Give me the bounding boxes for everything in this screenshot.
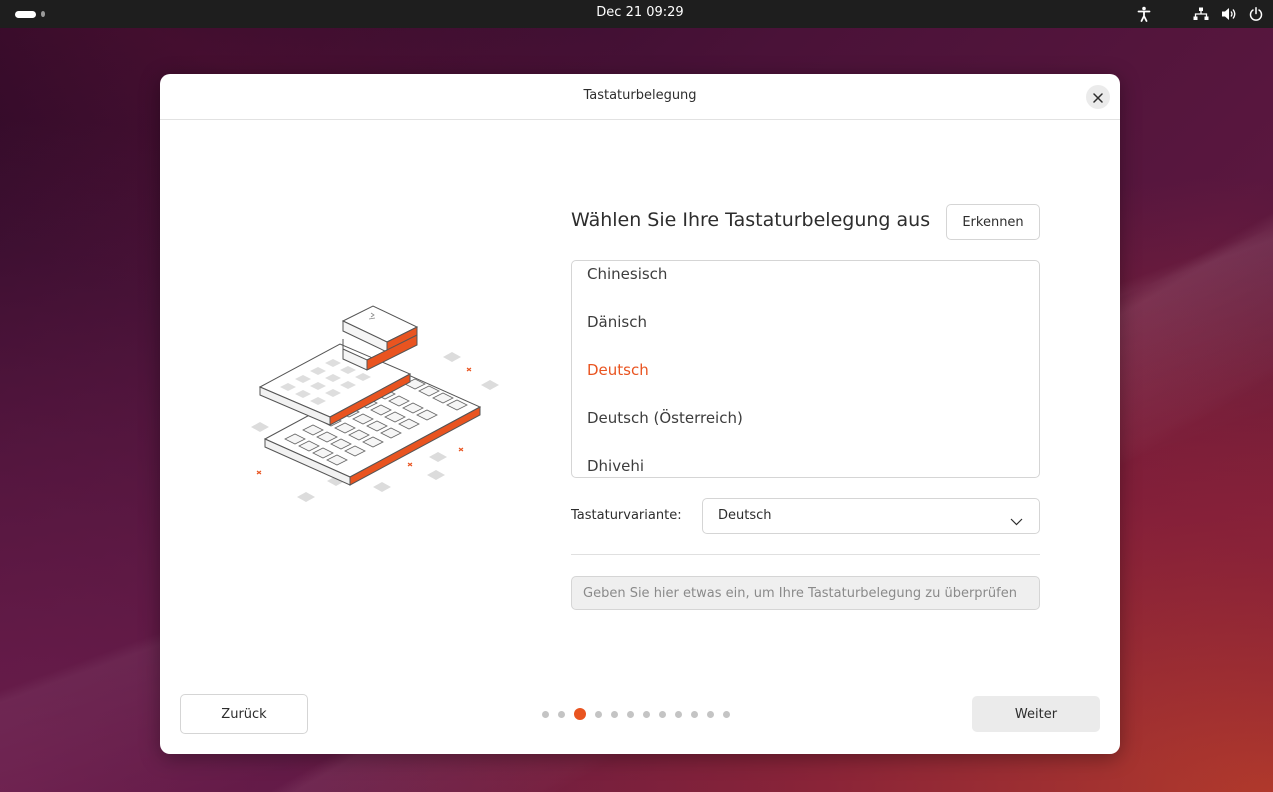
page-dot bbox=[691, 710, 698, 718]
variant-value: Deutsch bbox=[718, 508, 772, 523]
keyboard-illustration bbox=[245, 299, 505, 509]
list-item[interactable]: Deutsch (Österreich) bbox=[572, 394, 1039, 442]
page-dot bbox=[707, 710, 714, 718]
page-dot bbox=[558, 710, 565, 718]
page-dot bbox=[595, 710, 602, 718]
page-dot bbox=[542, 710, 549, 718]
page-dot bbox=[611, 710, 618, 718]
page-heading: Wählen Sie Ihre Tastaturbelegung aus bbox=[571, 209, 931, 231]
list-item[interactable]: Dänisch bbox=[572, 298, 1039, 346]
close-icon bbox=[1093, 88, 1103, 107]
list-item-selected[interactable]: Deutsch bbox=[572, 346, 1039, 394]
page-dot-active bbox=[574, 708, 586, 720]
volume-icon[interactable] bbox=[1221, 7, 1237, 21]
page-dot bbox=[659, 710, 666, 718]
variant-label: Tastaturvariante: bbox=[571, 508, 682, 523]
dialog-header: Tastaturbelegung bbox=[160, 74, 1120, 120]
network-icon[interactable] bbox=[1193, 7, 1209, 21]
clock[interactable]: Dec 21 09:29 bbox=[540, 5, 740, 20]
next-button[interactable]: Weiter bbox=[972, 696, 1100, 732]
page-indicator bbox=[542, 707, 730, 721]
workspace-indicator-active bbox=[15, 10, 36, 18]
close-button[interactable] bbox=[1086, 85, 1110, 109]
workspace-indicator bbox=[40, 11, 45, 17]
dialog-title: Tastaturbelegung bbox=[583, 88, 697, 103]
page-dot bbox=[723, 710, 730, 718]
back-button[interactable]: Zurück bbox=[180, 694, 308, 734]
keyboard-layout-dialog: Tastaturbelegung Wählen Sie Ihre Tastatu… bbox=[160, 74, 1120, 754]
power-icon[interactable] bbox=[1249, 7, 1263, 21]
system-tray[interactable] bbox=[1137, 5, 1263, 23]
test-layout-input[interactable] bbox=[571, 576, 1040, 610]
page-dot bbox=[627, 710, 634, 718]
page-dot bbox=[643, 710, 650, 718]
page-dot bbox=[675, 710, 682, 718]
list-item[interactable]: Dhivehi bbox=[572, 442, 1039, 477]
detect-layout-button[interactable]: Erkennen bbox=[946, 204, 1040, 240]
list-item[interactable]: Chinesisch bbox=[572, 261, 1039, 298]
variant-dropdown[interactable]: Deutsch bbox=[702, 498, 1040, 534]
top-bar: Dec 21 09:29 bbox=[0, 0, 1273, 28]
chevron-down-icon bbox=[1010, 511, 1023, 530]
activities-button[interactable] bbox=[15, 10, 45, 18]
accessibility-icon[interactable] bbox=[1137, 6, 1151, 22]
layout-list[interactable]: Chinesisch Dänisch Deutsch Deutsch (Öste… bbox=[571, 260, 1040, 478]
divider bbox=[571, 554, 1040, 555]
